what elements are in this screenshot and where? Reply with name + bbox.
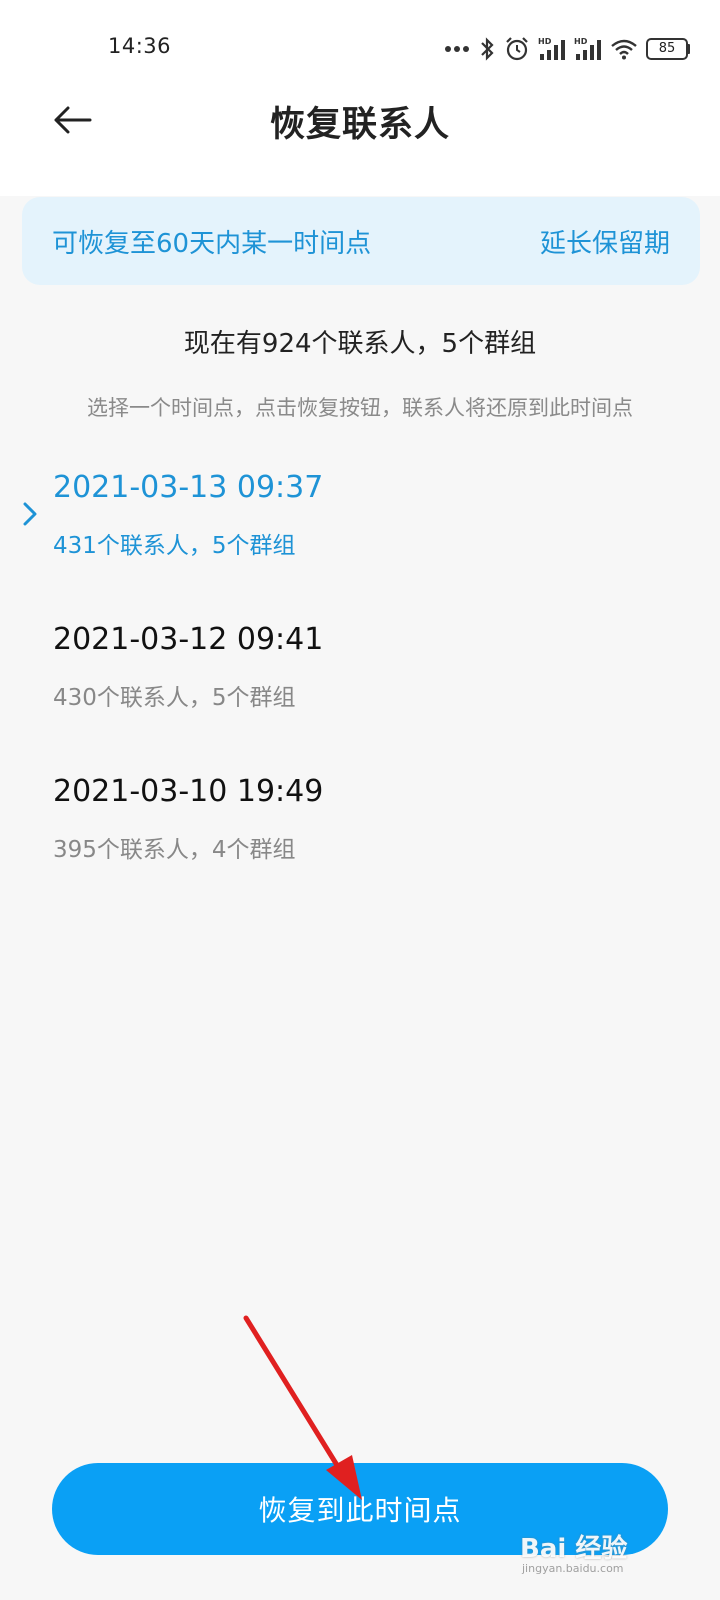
restore-hint: 选择一个时间点，点击恢复按钮，联系人将还原到此时间点 [87, 396, 633, 420]
retention-notice-text: 可恢复至60天内某一时间点 [52, 229, 372, 259]
svg-text:HD: HD [538, 37, 552, 46]
signal-hd-icon: HD [574, 37, 601, 60]
battery-icon: 85 [646, 38, 690, 60]
snapshot-item[interactable]: 2021-03-12 09:41 430个联系人，5个群组 [0, 622, 720, 752]
snapshot-time: 2021-03-13 09:37 [53, 470, 324, 505]
signal-hd-icon: HD [538, 37, 565, 60]
snapshot-detail: 395个联系人，4个群组 [53, 837, 296, 863]
page-title: 恢复联系人 [269, 105, 450, 145]
snapshot-time: 2021-03-12 09:41 [53, 622, 324, 657]
snapshot-time: 2021-03-10 19:49 [53, 774, 324, 809]
svg-text:HD: HD [574, 37, 588, 46]
more-dots-icon [445, 46, 469, 52]
alarm-icon [506, 37, 528, 61]
snapshot-detail: 431个联系人，5个群组 [53, 533, 296, 559]
wifi-icon [611, 39, 637, 60]
watermark-text: Bai 经验 [520, 1534, 628, 1564]
battery-level: 85 [658, 41, 676, 56]
retention-notice: 可恢复至60天内某一时间点 延长保留期 [22, 197, 700, 285]
contacts-summary: 现在有924个联系人，5个群组 [183, 329, 537, 359]
snapshot-item[interactable]: 2021-03-10 19:49 395个联系人，4个群组 [0, 774, 720, 904]
baidu-watermark: Bai 经验 jingyan.baidu.com [520, 1522, 670, 1580]
bluetooth-icon [481, 37, 494, 61]
snapshot-detail: 430个联系人，5个群组 [53, 685, 296, 711]
watermark-url: jingyan.baidu.com [522, 1562, 624, 1575]
status-icons: HD HD 85 [444, 34, 690, 64]
chevron-right-icon [23, 502, 37, 526]
top-bar: 14:36 HD HD 85 恢复联系人 [0, 0, 720, 196]
status-time: 14:36 [108, 34, 172, 58]
snapshot-item[interactable]: 2021-03-13 09:37 431个联系人，5个群组 [0, 470, 720, 600]
extend-retention-link[interactable]: 延长保留期 [540, 223, 670, 260]
